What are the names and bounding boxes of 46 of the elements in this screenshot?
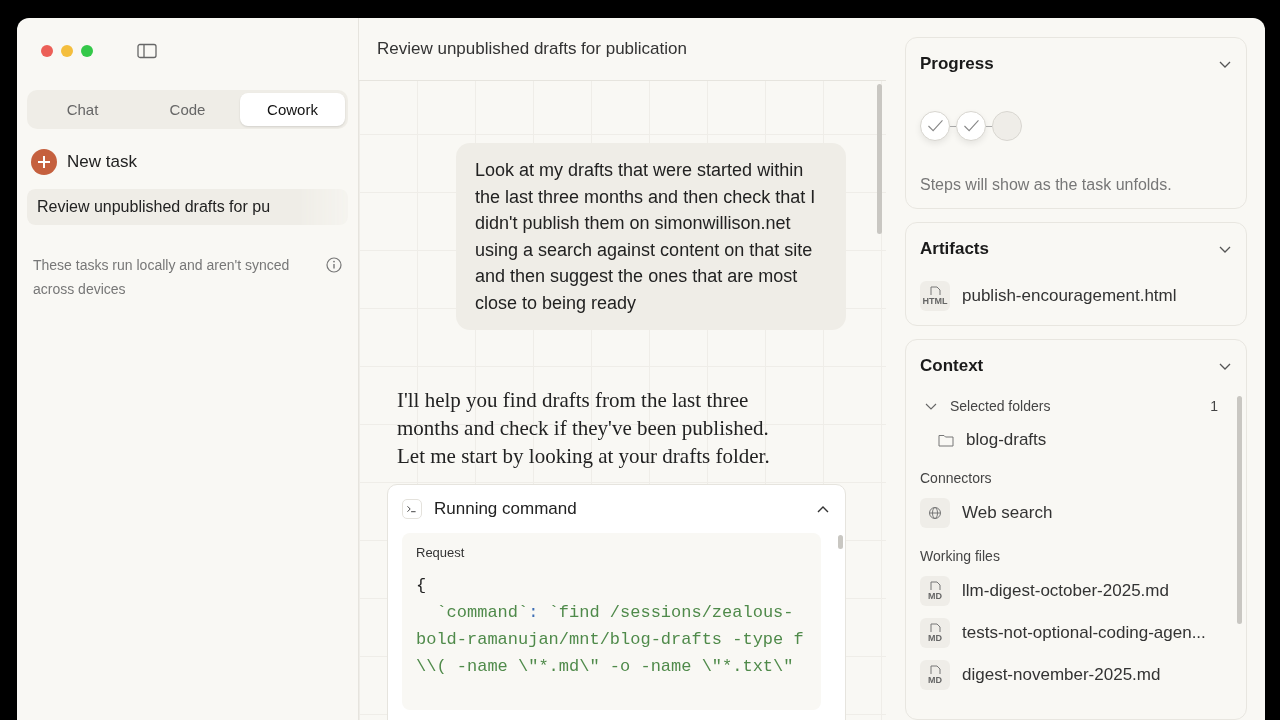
section-label[interactable]: Selected folders <box>950 398 1199 414</box>
card-title: Artifacts <box>920 239 989 259</box>
new-task-button[interactable]: New task <box>31 149 137 175</box>
file-icon: MD <box>920 576 950 606</box>
card-title: Progress <box>920 54 994 74</box>
mode-tab[interactable]: Chat <box>30 93 135 126</box>
scrollbar[interactable] <box>1237 396 1242 624</box>
connector-item[interactable]: Web search <box>962 503 1053 523</box>
file-item[interactable]: digest-november-2025.md <box>962 665 1161 685</box>
artifact-link[interactable]: publish-encouragement.html <box>962 286 1177 306</box>
section-label: Working files <box>920 548 1001 564</box>
section-label: Connectors <box>920 470 993 486</box>
mode-tab[interactable]: Cowork <box>240 93 345 126</box>
tool-title: Running command <box>434 499 578 519</box>
mode-tab[interactable]: Code <box>135 93 240 126</box>
terminal-icon <box>402 499 422 519</box>
sidebar-toggle-icon[interactable] <box>137 43 157 59</box>
user-message: Look at my drafts that were started within the last three months and then check that I didn't publish them on simonwillison.net using a search against content on that site and then suggest the ones that are most close to being ready <box>456 143 846 330</box>
progress-hint: Steps will show as the task unfolds. <box>920 176 1173 194</box>
file-icon: HTML <box>920 281 950 311</box>
code-text: \\( -name \"*.md\" -o -name \"*.txt\" <box>416 657 794 676</box>
code-text: bold-ramanujan/mnt/blog-drafts -type f <box>416 630 804 649</box>
code-key: `command` <box>436 603 529 622</box>
close-button[interactable] <box>41 45 53 57</box>
scrollbar[interactable] <box>838 535 843 549</box>
folder-item[interactable]: blog-drafts <box>966 430 1047 450</box>
code-text: : <box>528 603 539 622</box>
folder-icon <box>938 433 954 447</box>
plus-icon <box>31 149 57 175</box>
file-icon: MD <box>920 660 950 690</box>
globe-icon <box>920 498 950 528</box>
assistant-message: I'll help you find drafts from the last three months and check if they've been published. Let me start by looking at your drafts folder. <box>397 387 771 470</box>
file-item[interactable]: llm-digest-october-2025.md <box>962 581 1169 601</box>
request-label: Request <box>416 545 466 560</box>
scrollbar[interactable] <box>877 84 882 234</box>
conversation-title: Review unpublished drafts for publication <box>359 18 886 81</box>
file-icon: MD <box>920 618 950 648</box>
card-title: Context <box>920 356 984 376</box>
task-item[interactable]: Review unpublished drafts for pu <box>27 189 348 225</box>
code-text: `find /sessions/zealous- <box>548 603 794 622</box>
code-text: { <box>416 576 427 595</box>
folder-count: 1 <box>1210 398 1218 414</box>
zoom-button[interactable] <box>81 45 93 57</box>
file-item[interactable]: tests-not-optional-coding-agen... <box>962 623 1206 643</box>
info-note: These tasks run locally and aren't synced across devices <box>33 256 291 299</box>
info-icon[interactable] <box>326 257 342 273</box>
